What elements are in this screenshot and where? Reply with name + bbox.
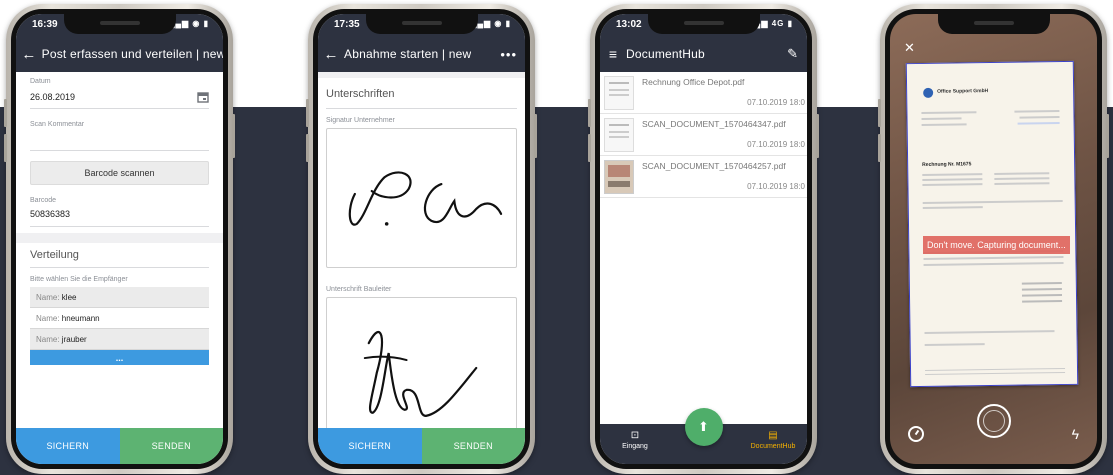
document-row[interactable]: SCAN_DOCUMENT_1570464257.pdf 07.10.2019 … — [600, 156, 807, 198]
signature-pad-bauleiter[interactable] — [326, 297, 517, 437]
document-heading: Rechnung Nr. M1675 — [922, 161, 972, 168]
document-date: 07.10.2019 18:0 — [747, 98, 805, 107]
phone-scanner: ✕ Office Support GmbH Rechnung Nr. M1675 — [878, 4, 1109, 474]
capture-status-message: Don't move. Capturing document... — [923, 236, 1070, 254]
date-value[interactable]: 26.08.2019 — [30, 92, 75, 102]
section-unterschriften: Unterschriften — [326, 88, 395, 100]
more-recipients-button[interactable]: ... — [30, 350, 209, 365]
status-time: 13:02 — [616, 19, 642, 30]
document-thumbnail — [604, 118, 634, 152]
document-name: Rechnung Office Depot.pdf — [642, 77, 745, 87]
upload-arrow-icon: ⬆ — [698, 419, 709, 434]
footer-actions: SICHERN SENDEN — [16, 428, 223, 464]
document-name: SCAN_DOCUMENT_1570464347.pdf — [642, 119, 786, 129]
barcode-value[interactable]: 50836383 — [30, 209, 209, 219]
more-options-icon[interactable]: ••• — [500, 47, 517, 62]
document-company: Office Support GmbH — [937, 88, 989, 95]
status-time: 17:35 — [334, 19, 360, 30]
recipient-item[interactable]: Name: hneumann — [30, 308, 209, 329]
app-bar: ← Post erfassen und verteilen | new — [16, 36, 223, 72]
status-time: 16:39 — [32, 19, 58, 30]
scanned-document: Office Support GmbH Rechnung Nr. M1675 — [905, 60, 1079, 388]
save-button[interactable]: SICHERN — [318, 428, 422, 464]
back-arrow-icon[interactable]: ← — [16, 46, 42, 63]
phone-abnahme: 17:35 ▂▄▆ ◉ ▮ ← Abnahme starten | new ••… — [306, 4, 537, 474]
signature-label-unternehmer: Signatur Unternehmer — [326, 117, 395, 124]
signature-drawing — [348, 171, 503, 226]
footer-actions: SICHERN SENDEN — [318, 428, 525, 464]
nav-documenthub[interactable]: ▤ DocumentHub — [743, 430, 803, 450]
save-button[interactable]: SICHERN — [16, 428, 120, 464]
document-icon: ▤ — [768, 430, 778, 441]
signature-drawing — [363, 330, 478, 417]
phone-documenthub: 13:02 ▂▄▆ 4G ▮ ≡ DocumentHub ✎ Rechnung … — [588, 4, 819, 474]
document-date: 07.10.2019 18:0 — [747, 182, 805, 191]
app-bar: ≡ DocumentHub ✎ — [600, 36, 807, 72]
recipient-item[interactable]: Name: jrauber — [30, 329, 209, 350]
close-icon[interactable]: ✕ — [904, 40, 915, 56]
barcode-scan-button[interactable]: Barcode scannen — [30, 161, 209, 185]
back-arrow-icon[interactable]: ← — [318, 46, 344, 63]
app-bar: ← Abnahme starten | new ••• — [318, 36, 525, 72]
upload-fab[interactable]: ⬆ — [684, 408, 723, 446]
edit-pencil-icon[interactable]: ✎ — [787, 46, 799, 62]
document-name: SCAN_DOCUMENT_1570464257.pdf — [642, 161, 786, 171]
document-row[interactable]: Rechnung Office Depot.pdf 07.10.2019 18:… — [600, 72, 807, 114]
barcode-label: Barcode — [30, 197, 57, 204]
recipients-hint: Bitte wählen Sie die Empfänger — [30, 276, 128, 283]
document-thumbnail — [604, 76, 634, 110]
signature-label-bauleiter: Unterschrift Bauleiter — [326, 286, 392, 293]
flash-icon[interactable]: ϟ — [1072, 426, 1079, 442]
send-button[interactable]: SENDEN — [119, 428, 223, 464]
calendar-icon[interactable] — [197, 91, 209, 103]
page-title: Abnahme starten | new — [344, 47, 472, 61]
page-title: Post erfassen und verteilen | new — [41, 47, 223, 61]
timer-icon[interactable] — [908, 426, 924, 442]
inbox-icon: ⊡ — [630, 430, 640, 441]
company-logo-icon — [923, 87, 934, 98]
section-verteilung: Verteilung — [30, 249, 79, 261]
phone-post-erfassen: 16:39 ▂▄▆ ◉ ▮ ← Post erfassen und vertei… — [4, 4, 235, 474]
scan-comment-input[interactable] — [30, 128, 209, 150]
document-date: 07.10.2019 18:0 — [747, 140, 805, 149]
recipient-item[interactable]: Name: klee — [30, 287, 209, 308]
scan-comment-label: Scan Kommentar — [30, 121, 85, 128]
shutter-button[interactable] — [976, 404, 1011, 438]
date-label: Datum — [30, 78, 51, 85]
page-title: DocumentHub — [626, 47, 705, 61]
nav-inbox[interactable]: ⊡ Eingang — [610, 430, 660, 450]
document-thumbnail — [604, 160, 634, 194]
document-row[interactable]: SCAN_DOCUMENT_1570464347.pdf 07.10.2019 … — [600, 114, 807, 156]
send-button[interactable]: SENDEN — [421, 428, 525, 464]
signature-pad-unternehmer[interactable] — [326, 128, 517, 268]
menu-icon[interactable]: ≡ — [600, 46, 626, 62]
